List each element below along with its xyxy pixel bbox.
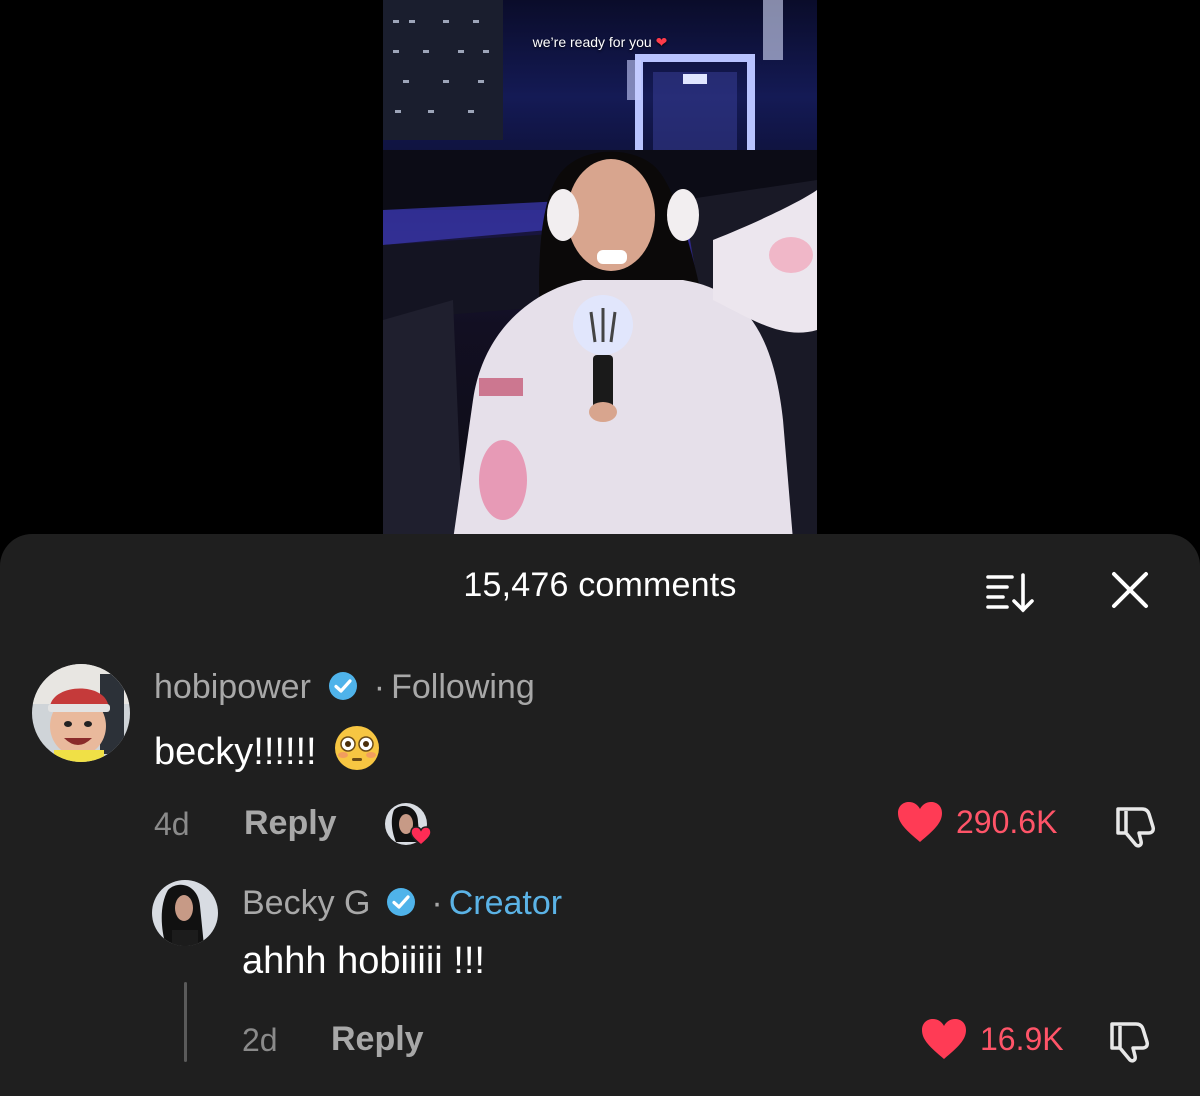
comment-age: 4d — [154, 806, 190, 842]
video-frame — [383, 0, 817, 540]
caption-text: we’re ready for you — [532, 34, 652, 50]
reply-button[interactable]: Reply — [331, 1020, 424, 1059]
verified-badge-icon — [386, 888, 415, 916]
like-count: 16.9K — [980, 1020, 1064, 1057]
following-label[interactable]: Following — [391, 668, 535, 706]
separator-dot: · — [431, 884, 443, 922]
reply-button[interactable]: Reply — [244, 804, 337, 843]
comment-text-hobipower: becky!!!!!! — [154, 724, 381, 774]
thumbs-down-icon[interactable] — [1112, 803, 1158, 849]
username-becky-g[interactable]: Becky G — [242, 884, 370, 922]
comment-author-row: hobipower · Following — [154, 668, 535, 707]
thumbs-down-icon[interactable] — [1106, 1018, 1152, 1064]
reply-thread-line — [184, 982, 187, 1062]
video-caption: we’re ready for you ❤ — [383, 34, 817, 51]
like-button[interactable]: 290.6K — [896, 800, 1057, 844]
avatar-becky-g[interactable] — [152, 880, 218, 946]
flushed-face-emoji-icon — [335, 726, 380, 770]
separator-dot: · — [373, 668, 386, 706]
like-button[interactable]: 16.9K — [920, 1017, 1064, 1061]
close-icon[interactable] — [1110, 570, 1150, 610]
reply-age: 2d — [242, 1022, 278, 1058]
reply-author-row: Becky G · Creator — [242, 884, 562, 923]
sort-icon[interactable] — [985, 570, 1035, 614]
creator-badge: Creator — [448, 884, 563, 922]
avatar-hobipower[interactable] — [32, 664, 130, 762]
comment-body: becky!!!!!! — [154, 731, 317, 773]
username-hobipower[interactable]: hobipower — [154, 668, 311, 706]
creator-liked-indicator — [384, 802, 432, 850]
heart-icon — [410, 826, 432, 846]
verified-badge-icon — [329, 672, 358, 700]
video-player[interactable]: we’re ready for you ❤ — [383, 0, 817, 540]
like-count: 290.6K — [956, 803, 1058, 840]
heart-filled-icon — [922, 1019, 966, 1059]
heart-icon: ❤ — [655, 34, 668, 50]
reply-text-becky-g: ahhh hobiiiii !!! — [242, 940, 485, 982]
heart-filled-icon — [898, 802, 942, 842]
